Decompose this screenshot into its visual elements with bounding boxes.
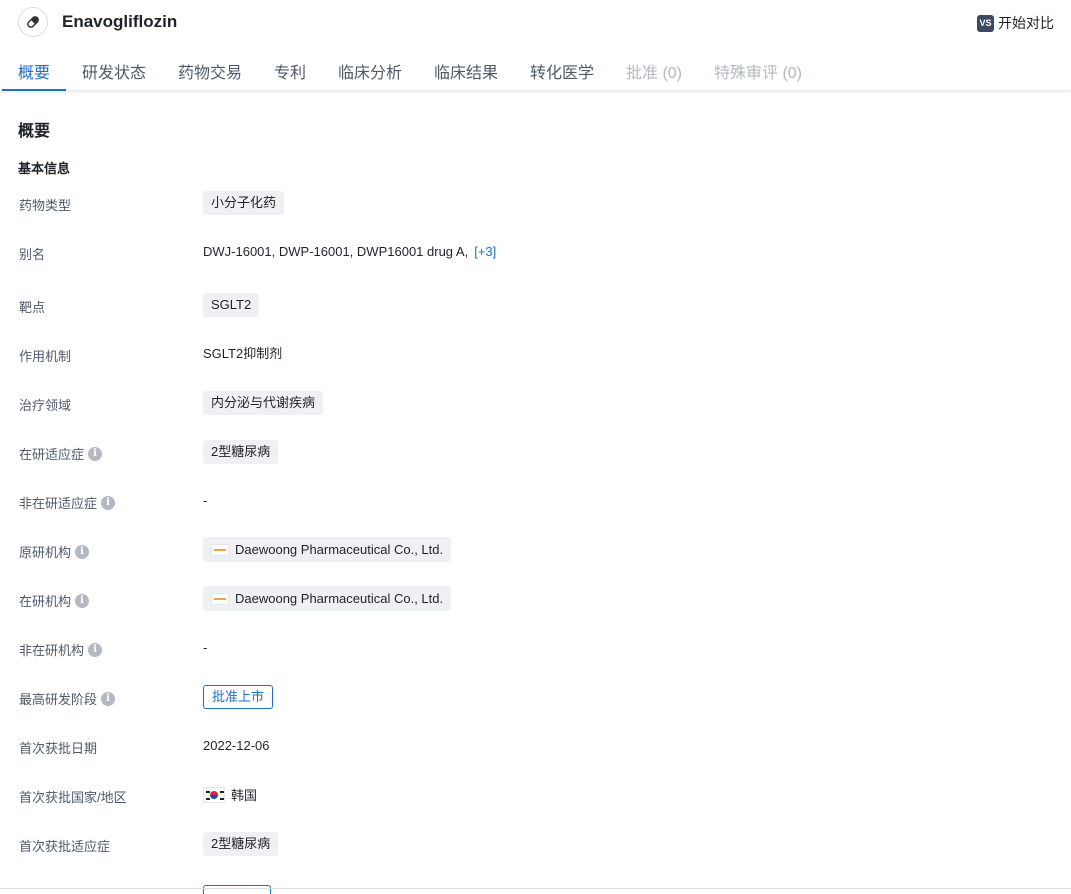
field-value-originator: Daewoong Pharmaceutical Co., Ltd. (203, 537, 452, 562)
field-value-active-org: Daewoong Pharmaceutical Co., Ltd. (203, 586, 452, 611)
field-value-therapeutic-area: 内分泌与代谢疾病 (203, 391, 324, 415)
section-title: 概要 (18, 123, 51, 140)
tab-rd-status[interactable]: 研发状态 (82, 59, 146, 83)
indication-tag[interactable]: 2型糖尿病 (203, 440, 279, 464)
tab-translational-medicine[interactable]: 转化医学 (530, 59, 594, 83)
company-logo-icon (211, 543, 229, 556)
phase-badge[interactable]: 批准上市 (203, 685, 274, 709)
field-label-aliases: 别名 (19, 247, 46, 262)
active-tab-indicator (2, 89, 66, 91)
field-value-active-indication: 2型糖尿病 (203, 440, 279, 464)
field-value-mechanism: SGLT2抑制剂 (203, 346, 283, 361)
tab-clinical-analysis[interactable]: 临床分析 (338, 59, 402, 83)
info-icon[interactable]: i (101, 691, 116, 706)
field-label-inactive-org: 非在研机构 i (19, 640, 103, 659)
field-label-therapeutic-area: 治疗领域 (19, 398, 72, 413)
compare-icon: VS (977, 14, 994, 32)
bottom-divider (0, 888, 1071, 889)
originator-org-tag[interactable]: Daewoong Pharmaceutical Co., Ltd. (203, 537, 452, 562)
tab-bar: 概要 研发状态 药物交易 专利 临床分析 临床结果 转化医学 批准 (0) 特殊… (0, 52, 1071, 91)
pill-icon (18, 7, 48, 37)
field-label-drug-type: 药物类型 (19, 198, 72, 213)
info-icon[interactable]: i (88, 446, 103, 461)
field-value-inactive-org: - (203, 640, 208, 655)
field-value-aliases: DWJ-16001, DWP-16001, DWP16001 drug A, [… (203, 244, 496, 259)
drug-type-tag[interactable]: 小分子化药 (203, 191, 285, 215)
tab-special-review: 特殊审评 (0) (714, 65, 803, 82)
tab-clinical-results[interactable]: 临床结果 (434, 59, 498, 83)
active-org-tag[interactable]: Daewoong Pharmaceutical Co., Ltd. (203, 586, 452, 611)
field-label-originator: 原研机构 i (19, 542, 90, 561)
field-value-highest-phase: 批准上市 (203, 685, 274, 709)
compare-label: 开始对比 (998, 15, 1054, 31)
target-tag[interactable]: SGLT2 (203, 293, 260, 317)
south-korea-flag-icon (203, 786, 225, 803)
field-label-active-org: 在研机构 i (19, 591, 90, 610)
field-label-target: 靶点 (19, 300, 46, 315)
tab-overview[interactable]: 概要 (18, 59, 50, 83)
field-value-first-approval-date: 2022-12-06 (203, 738, 270, 753)
aliases-more-link[interactable]: [+3] (474, 244, 496, 259)
compare-button[interactable]: VS 开始对比 (977, 13, 1054, 33)
therapeutic-area-tag[interactable]: 内分泌与代谢疾病 (203, 391, 324, 415)
basic-info-title: 基本信息 (18, 161, 71, 176)
field-label-first-approval-indication: 首次获批适应症 (19, 839, 111, 854)
field-label-active-indication: 在研适应症 i (19, 444, 103, 463)
tab-patents[interactable]: 专利 (274, 59, 306, 83)
drug-header: Enavogliflozin VS 开始对比 (0, 0, 1071, 44)
info-icon[interactable]: i (88, 642, 103, 657)
info-icon[interactable]: i (101, 495, 116, 510)
info-icon[interactable]: i (75, 544, 90, 559)
field-value-first-approval-indication: 2型糖尿病 (203, 832, 279, 856)
approval-indication-tag[interactable]: 2型糖尿病 (203, 832, 279, 856)
field-value-target: SGLT2 (203, 293, 260, 317)
field-label-first-approval-country: 首次获批国家/地区 (19, 790, 127, 805)
info-icon[interactable]: i (75, 593, 90, 608)
tab-approvals: 批准 (0) (626, 65, 683, 82)
field-label-mechanism: 作用机制 (19, 349, 72, 364)
field-value-first-approval-country: 韩国 (203, 785, 257, 804)
drug-title: Enavogliflozin (62, 12, 178, 31)
field-value-inactive-indication: - (203, 493, 208, 508)
field-label-first-approval-date: 首次获批日期 (19, 741, 98, 756)
tab-deals[interactable]: 药物交易 (178, 59, 242, 83)
company-logo-icon (211, 592, 229, 605)
field-label-inactive-indication: 非在研适应症 i (19, 493, 116, 512)
alias-item: DWP-16001, (278, 244, 354, 259)
field-value-drug-type: 小分子化药 (203, 191, 285, 215)
field-label-highest-phase: 最高研发阶段 i (19, 689, 116, 708)
alias-item: DWJ-16001, (203, 244, 276, 259)
alias-item: DWP16001 drug A, (356, 244, 469, 259)
